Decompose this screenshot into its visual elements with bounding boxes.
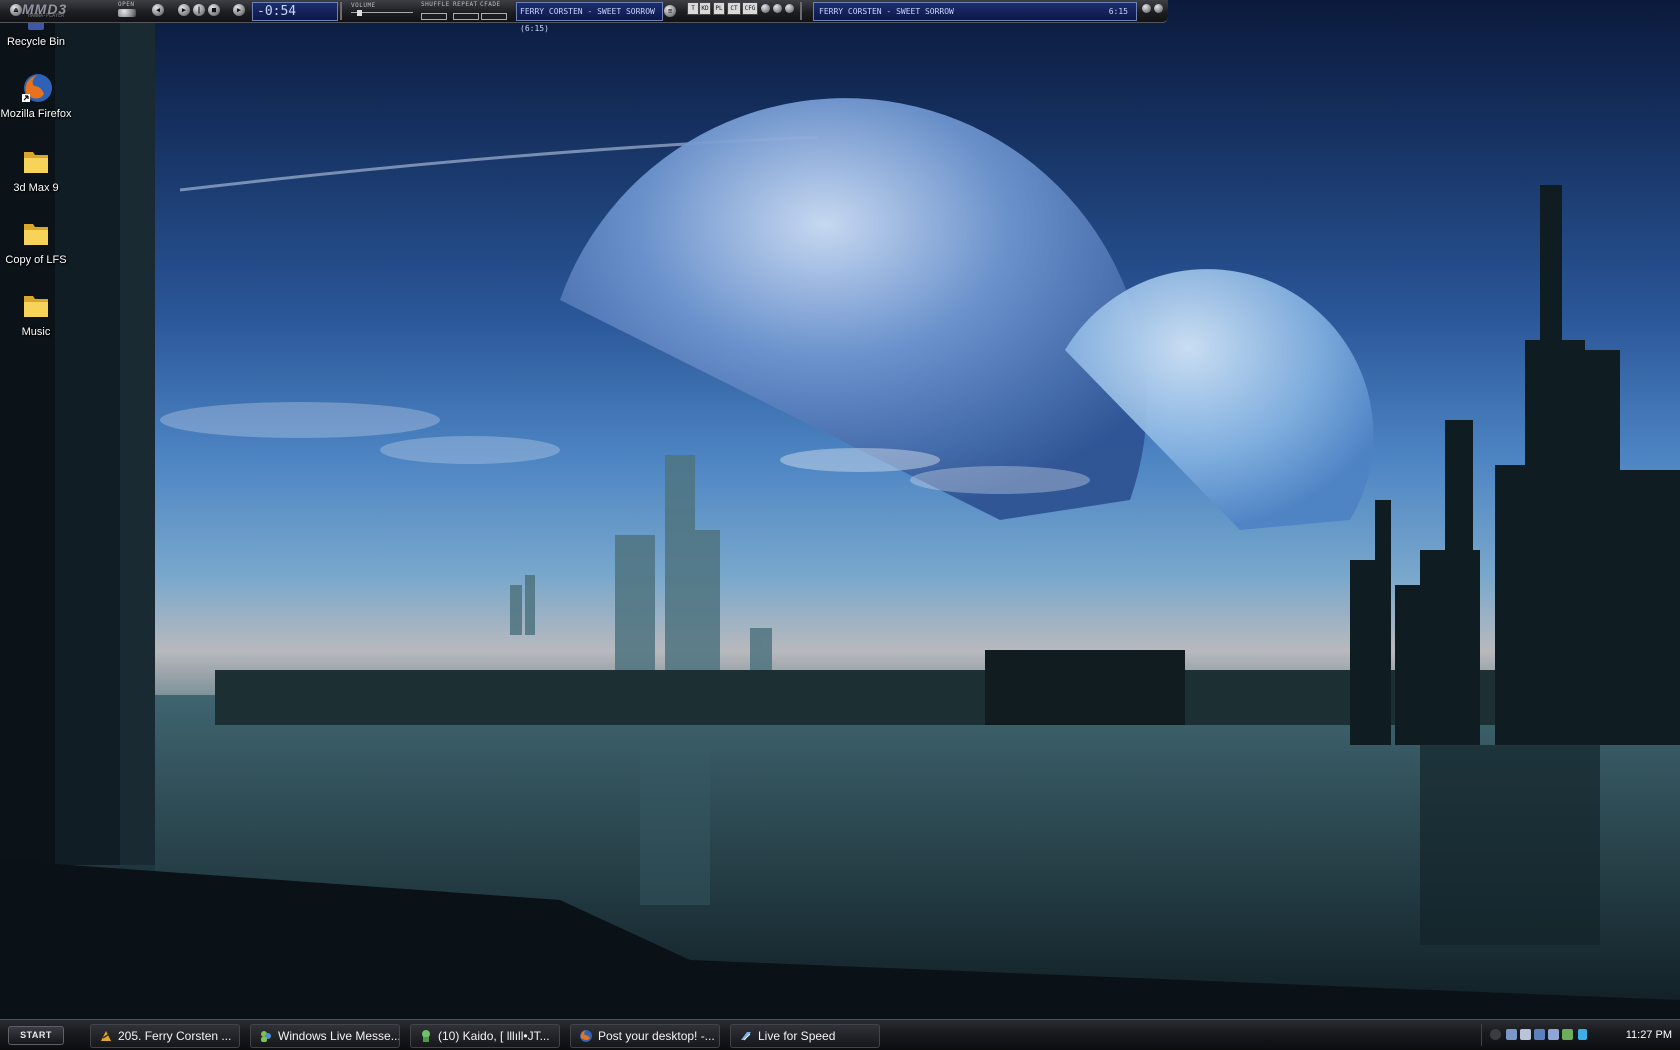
firefox-icon xyxy=(580,1030,592,1042)
system-clock[interactable]: 11:27 PM xyxy=(1626,1024,1672,1046)
menu-icon[interactable]: ≡ xyxy=(664,5,676,17)
minimize-icon[interactable] xyxy=(761,4,770,13)
mini-title-display[interactable]: FERRY CORSTEN - SWEET SORROW (6:15) xyxy=(516,2,663,33)
player-sublogo: HANNA-PLAYER xyxy=(28,13,65,19)
window-shade-icon[interactable] xyxy=(1142,4,1151,13)
toggle-cfg[interactable]: CFG xyxy=(742,2,758,15)
tray-messenger-icon[interactable] xyxy=(1548,1029,1559,1040)
open-button[interactable] xyxy=(118,9,136,17)
task-label: (10) Kaido, [ lllıll•JT... xyxy=(438,1029,550,1043)
pause-icon[interactable]: ∥ xyxy=(193,4,205,16)
toggle-pl[interactable]: PL xyxy=(713,2,725,15)
desktop-icon-label: Copy of LFS xyxy=(5,254,67,266)
close-icon[interactable] xyxy=(785,4,794,13)
folder-icon xyxy=(24,224,48,245)
toggle-t[interactable]: T xyxy=(687,2,699,15)
shuffle-label: SHUFFLE xyxy=(421,1,450,8)
task-firefox[interactable]: Post your desktop! -... xyxy=(570,1024,720,1048)
folder-icon xyxy=(24,296,48,317)
desktop-icon-label: 3d Max 9 xyxy=(13,182,59,194)
wallpaper-scene xyxy=(0,20,1680,1025)
cfade-label: CFADE xyxy=(480,1,501,8)
desktop-icon-label: Mozilla Firefox xyxy=(0,108,72,120)
task-messenger[interactable]: Windows Live Messe... xyxy=(250,1024,400,1048)
cfade-toggle[interactable] xyxy=(481,13,507,20)
desktop-icon-copy-of-lfs[interactable]: Copy of LFS xyxy=(0,218,72,266)
volume-icon[interactable] xyxy=(1520,1029,1531,1040)
media-player-bar: ⏏ MMD3 HANNA-PLAYER OPEN ◀ ▶ ∥ ■ ▶ -0:54… xyxy=(0,0,1168,33)
start-button[interactable]: START xyxy=(8,1026,64,1045)
lfs-icon xyxy=(741,1032,751,1041)
time-value: -0:54 xyxy=(257,4,297,19)
next-icon[interactable]: ▶ xyxy=(233,4,245,16)
task-winamp[interactable]: 205. Ferry Corsten ... xyxy=(90,1024,240,1048)
task-label: 205. Ferry Corsten ... xyxy=(118,1029,232,1043)
repeat-label: REPEAT xyxy=(453,1,478,8)
task-label: Post your desktop! -... xyxy=(598,1029,715,1043)
task-live-for-speed[interactable]: Live for Speed xyxy=(730,1024,880,1048)
shade-icon[interactable] xyxy=(773,4,782,13)
system-tray: 11:27 PM xyxy=(1481,1024,1680,1046)
desktop-icon-music[interactable]: Music xyxy=(0,290,72,338)
tray-skype-icon[interactable] xyxy=(1578,1029,1587,1040)
desktop-icon-label: Recycle Bin xyxy=(6,36,66,48)
main-title-text: FERRY CORSTEN - SWEET SORROW xyxy=(819,7,954,16)
task-label: Windows Live Messe... xyxy=(278,1029,400,1043)
open-label: OPEN xyxy=(118,1,135,8)
network-icon[interactable] xyxy=(1506,1029,1517,1040)
desktop-wallpaper xyxy=(0,0,1680,1050)
previous-icon[interactable]: ◀ xyxy=(152,4,164,16)
toggle-ct[interactable]: CT xyxy=(727,2,741,15)
eject-icon[interactable]: ⏏ xyxy=(10,4,22,16)
tray-chat-icon[interactable] xyxy=(1562,1029,1573,1040)
repeat-toggle[interactable] xyxy=(453,13,479,20)
volume-slider[interactable] xyxy=(351,10,413,17)
task-chat[interactable]: (10) Kaido, [ lllıll•JT... xyxy=(410,1024,560,1048)
task-label: Live for Speed xyxy=(758,1029,836,1043)
shuffle-toggle[interactable] xyxy=(421,13,447,20)
tray-app-icon[interactable] xyxy=(1534,1029,1545,1040)
toggle-kd[interactable]: KD xyxy=(699,2,711,15)
folder-icon xyxy=(24,152,48,173)
firefox-icon xyxy=(22,74,52,102)
divider xyxy=(800,2,802,20)
messenger-icon xyxy=(261,1031,271,1042)
desktop-icon-firefox[interactable]: Mozilla Firefox xyxy=(0,72,72,120)
desktop-icon-3d-max-9[interactable]: 3d Max 9 xyxy=(0,146,72,194)
desktop-icon-label: Music xyxy=(21,326,51,338)
volume-label: VOLUME xyxy=(351,2,376,9)
window-close-icon[interactable] xyxy=(1154,4,1163,13)
taskbar: START 205. Ferry Corsten ... Windows Liv… xyxy=(0,1019,1680,1050)
main-title-display[interactable]: FERRY CORSTEN - SWEET SORROW 6:15 xyxy=(813,2,1137,21)
chat-icon xyxy=(422,1030,430,1042)
winamp-icon xyxy=(101,1031,111,1041)
stop-icon[interactable]: ■ xyxy=(208,4,220,16)
play-icon[interactable]: ▶ xyxy=(178,4,190,16)
time-display[interactable]: -0:54 xyxy=(252,2,338,21)
track-length: 6:15 xyxy=(1108,7,1128,16)
divider xyxy=(340,2,342,20)
tray-expand-icon[interactable] xyxy=(1490,1029,1501,1040)
